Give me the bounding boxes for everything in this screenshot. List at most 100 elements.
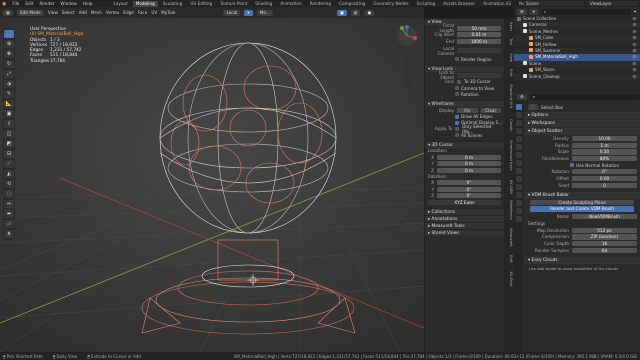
world-tab-icon[interactable] (515, 144, 522, 150)
output-tab-icon[interactable] (515, 120, 522, 126)
brush-name-field[interactable]: NewVDMBrush (572, 213, 637, 219)
only-selected-checkbox[interactable] (455, 126, 460, 131)
xray-toggle[interactable]: ▣ (336, 9, 347, 16)
clip-end-field[interactable]: 1000 m (457, 38, 501, 44)
lock-rotation-checkbox[interactable] (455, 92, 459, 96)
sidebar-tab[interactable]: Screencast Keys (504, 140, 514, 171)
local-camera-field[interactable] (457, 48, 501, 54)
workspace-tab[interactable]: Layout (110, 1, 130, 7)
collection-tab-icon[interactable] (515, 152, 522, 158)
blender-logo-icon[interactable]: ◉ (2, 1, 6, 7)
cursor-loc-field[interactable]: 0 m (437, 167, 501, 173)
sidebar-tab[interactable]: Tool (504, 38, 514, 45)
workspace-tab[interactable]: Compositing (336, 1, 368, 7)
tool-tab-icon[interactable] (515, 104, 522, 110)
edge-slide-icon[interactable]: ⇔ (4, 200, 14, 208)
collapsed-section-header[interactable]: ▸ Stored Views (425, 228, 504, 236)
3d-viewport[interactable] (0, 18, 424, 352)
add-cube-icon[interactable]: ▣ (4, 110, 14, 118)
pan-icon[interactable] (403, 60, 411, 68)
object-scatter-section-header[interactable]: ▾ Object Scatter (524, 128, 640, 135)
shear-icon[interactable]: ▱ (4, 220, 14, 228)
properties-search-input[interactable]: ⌕ (529, 93, 640, 100)
display-mode-selector[interactable]: ▾ (529, 8, 538, 15)
sidebar-tab[interactable]: MeasureIt (504, 228, 514, 247)
scatter-rotation-field[interactable]: 0.00 (572, 175, 637, 182)
workspace-tab[interactable]: Shading (252, 1, 275, 7)
options-section-header[interactable]: ▸ Options (524, 112, 640, 119)
wireframe-section-header[interactable]: ▾ Wireframe (425, 100, 504, 107)
rotation-mode-selector[interactable]: XYZ Euler (428, 199, 501, 205)
baker-field[interactable]: 512 px (572, 227, 637, 233)
sidebar-tab[interactable]: Shortcut VUr (504, 84, 514, 108)
workspace-tab[interactable]: Animation (277, 1, 304, 7)
scene-tab-icon[interactable] (515, 136, 522, 142)
cursor-icon[interactable]: ⊕ (4, 40, 14, 48)
clip-start-field[interactable]: 0.01 m (457, 32, 501, 38)
header-menu-add[interactable]: Add (79, 10, 87, 15)
shading-wireframe-button[interactable]: ◍ (350, 9, 361, 16)
workspace-tab[interactable]: UV Editing (187, 1, 215, 7)
properties-editor-type-button[interactable]: ⚙ (517, 93, 527, 100)
cursor-rot-field[interactable]: 0° (437, 186, 501, 192)
filter-icon[interactable]: ⏷ (634, 9, 640, 14)
scatter-rotation-field[interactable]: 0° (572, 169, 637, 175)
cursor-loc-field[interactable]: 0 m (437, 161, 501, 167)
workspace-tab[interactable]: Animation 02 (480, 1, 514, 7)
particles-tab-icon[interactable] (515, 176, 522, 182)
render-vdm-brush-button[interactable]: Render and Create VDM Brush (530, 206, 634, 212)
camera-view-icon[interactable] (403, 70, 411, 78)
focal-length-field[interactable]: 50 mm (457, 25, 501, 31)
easy-clouds-section-header[interactable]: ▾ Easy Clouds (524, 256, 640, 264)
collapsed-section-header[interactable]: ▸ Collections (425, 207, 504, 215)
transform-icon[interactable]: ⬗ (4, 80, 14, 88)
shrink-fatten-icon[interactable]: ⬌ (4, 210, 14, 218)
baker-field[interactable]: 64 (572, 247, 637, 254)
render-region-checkbox[interactable] (455, 57, 459, 61)
editor-type-button[interactable]: ▦ (3, 9, 13, 16)
ortho-toggle-icon[interactable] (403, 80, 411, 88)
object-tab-icon[interactable] (515, 160, 522, 166)
sidebar-tab[interactable]: Create (504, 119, 514, 132)
cursor-rot-field[interactable]: 0° (437, 180, 501, 186)
bevel-icon[interactable]: ◩ (4, 140, 14, 148)
menu-edit[interactable]: Edit (25, 1, 33, 6)
baker-field[interactable]: 16 (572, 241, 637, 247)
render-tab-icon[interactable] (515, 112, 522, 118)
workspace-tab[interactable]: Assets Browser (440, 1, 478, 7)
shading-solid-button[interactable]: ● (364, 9, 375, 16)
header-menu-view[interactable]: View (48, 10, 58, 15)
3d-cursor-section-header[interactable]: ▾ 3D Cursor (425, 141, 504, 148)
constraints-tab-icon[interactable] (515, 192, 522, 198)
sidebar-tab[interactable]: View (504, 53, 514, 62)
data-tab-icon[interactable] (515, 200, 522, 206)
header-menu-mesh[interactable]: Mesh (91, 10, 102, 15)
rotate-icon[interactable]: ↻ (4, 60, 14, 68)
sidebar-tab[interactable]: Wireframe (504, 200, 514, 220)
collapsed-section-header[interactable]: ▸ Annotations (425, 214, 504, 222)
sidebar-tab[interactable]: Edit (504, 69, 514, 76)
header-menu-mytool[interactable]: MyTool (161, 10, 175, 15)
sidebar-tab[interactable]: BY-GEN (504, 180, 514, 194)
snap-toggle[interactable]: ⌖ (244, 9, 253, 16)
select-box-tool-icon[interactable]: ⬚ (528, 104, 538, 110)
snap-target-selector[interactable]: Mo... (256, 9, 273, 16)
select-box-icon[interactable]: ⬚ (4, 30, 14, 38)
loop-cut-icon[interactable]: ⊟ (4, 150, 14, 158)
collapsed-section-header[interactable]: ▸ MeasureIt Tools (425, 221, 504, 229)
camera-to-view-checkbox[interactable] (455, 86, 459, 90)
outliner-editor-type-button[interactable]: ☰ (517, 8, 527, 15)
header-menu-select[interactable]: Select (62, 10, 75, 15)
view-layer-tab-icon[interactable] (515, 128, 522, 134)
sidebar-tab[interactable]: Item (504, 22, 514, 31)
transform-orientation-selector[interactable]: Local (223, 9, 241, 16)
zoom-icon[interactable] (403, 50, 411, 58)
poly-build-icon[interactable]: ◭ (4, 170, 14, 178)
workspace-tab[interactable]: Geometry Nodes (370, 1, 411, 7)
outliner-row[interactable]: Scene_Cleanup 👁 (514, 73, 640, 80)
spin-icon[interactable]: ⟲ (4, 180, 14, 188)
physics-tab-icon[interactable] (515, 184, 522, 190)
workspace-tab[interactable]: Modeling (132, 0, 158, 7)
extrude-icon[interactable]: ⇪ (4, 120, 14, 128)
workspace-tab[interactable]: Texture Paint (217, 1, 250, 7)
